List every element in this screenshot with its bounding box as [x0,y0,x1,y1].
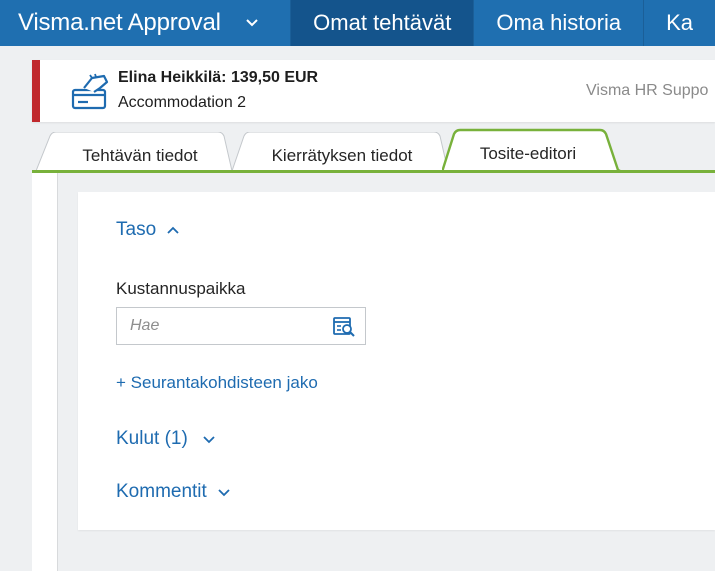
chevron-down-icon [245,16,259,30]
tab-label: Tehtävän tiedot [82,146,198,165]
company-name: Visma HR Suppo [586,82,709,99]
nav-item-label: Oma historia [496,10,622,35]
section-comments[interactable]: Kommentit [116,481,231,503]
side-strip [32,173,58,571]
task-header: Elina Heikkilä: 139,50 EUR Accommodation… [32,60,715,122]
card-payment-icon [70,72,110,112]
voucher-editor-panel [78,192,715,530]
section-title: Taso [116,219,157,240]
task-title: Elina Heikkilä: 139,50 EUR [118,69,319,86]
app-title: Visma.net Approval [18,9,221,36]
tab-bar: Tehtävän tiedot Kierrätyksen tiedot Tosi… [32,128,715,173]
tab-voucher-editor[interactable]: Tosite-editori [442,128,622,172]
section-expenses[interactable]: Kulut (1) [116,428,216,450]
nav-item-more[interactable]: Ka [643,0,715,46]
chevron-up-icon [166,223,180,237]
section-title: Kommentit [116,481,207,502]
cost-center-label: Kustannuspaikka [116,279,246,298]
nav-item-label: Omat tehtävät [313,10,452,35]
chevron-down-icon [202,432,216,446]
section-level[interactable]: Taso [116,219,180,241]
chevron-down-icon [217,485,231,499]
nav-item-my-tasks[interactable]: Omat tehtävät [290,0,474,46]
lookup-icon[interactable] [332,316,356,338]
top-navigation: Visma.net Approval Omat tehtävät Oma his… [0,0,715,46]
task-subtitle: Accommodation 2 [118,94,247,111]
tab-label: Kierrätyksen tiedot [271,146,413,165]
app-switcher[interactable]: Visma.net Approval [0,0,290,46]
tab-task-details[interactable]: Tehtävän tiedot [36,132,232,172]
tab-label: Tosite-editori [479,144,577,163]
cost-center-field [116,307,366,345]
nav-item-my-history[interactable]: Oma historia [473,0,643,46]
tracking-split-link[interactable]: + Seurantakohdisteen jako [116,373,318,393]
cost-center-input[interactable] [117,308,327,344]
nav-item-label: Ka [666,10,693,35]
tab-routing-details[interactable]: Kierrätyksen tiedot [232,132,448,172]
section-title: Kulut (1) [116,428,188,449]
